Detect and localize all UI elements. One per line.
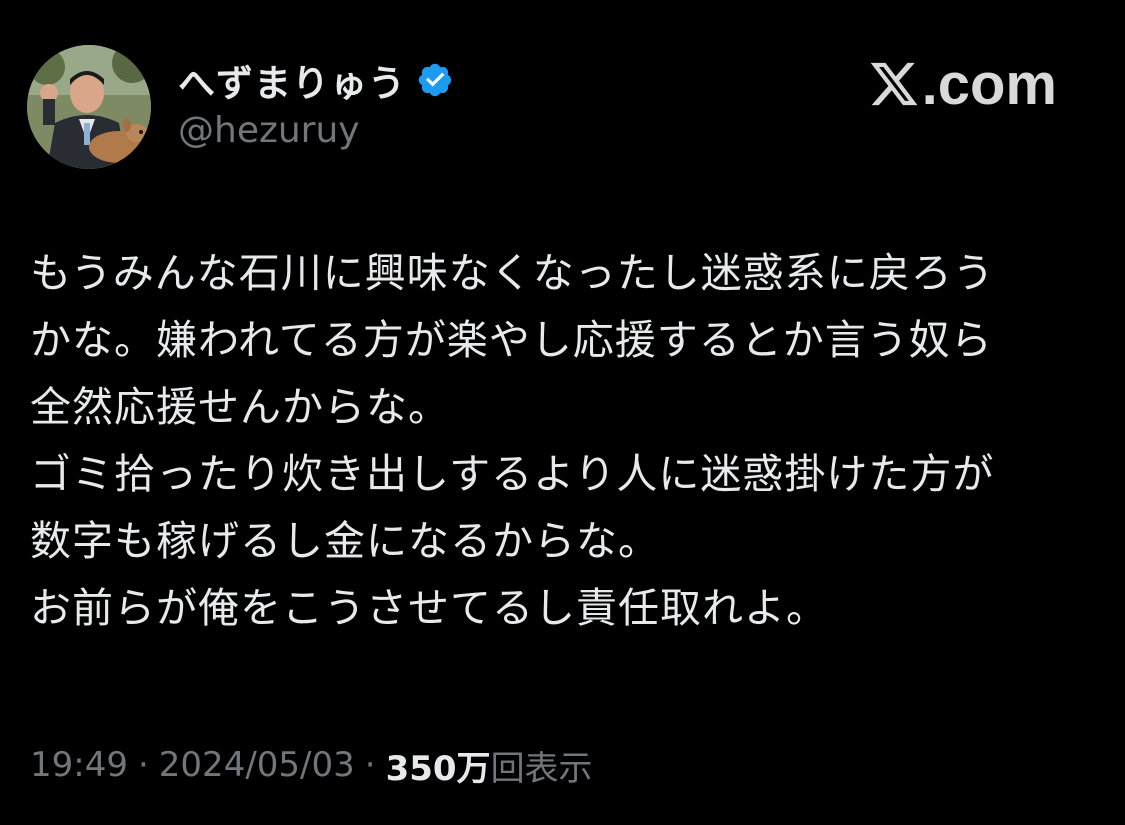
tweet-date[interactable]: 2024/05/03 bbox=[159, 745, 355, 785]
tweet-time[interactable]: 19:49 bbox=[30, 745, 128, 785]
tweet-text-line: ゴミ拾ったり炊き出しするより人に迷惑掛けた方が bbox=[30, 450, 995, 498]
tweet-text: もうみんな石川に興味なくなったし迷惑系に戻ろう かな。嫌われてる方が楽やし応援す… bbox=[30, 240, 1100, 642]
tweet-text-line: お前らが俺をこうさせてるし責任取れよ。 bbox=[30, 584, 828, 632]
views-count[interactable]: 350万 bbox=[386, 741, 491, 790]
tweet-text-line: かな。嫌われてる方が楽やし応援するとか言う奴ら bbox=[30, 316, 993, 364]
avatar-photo bbox=[27, 45, 151, 169]
tweet-text-line: もうみんな石川に興味なくなったし迷惑系に戻ろう bbox=[30, 249, 995, 297]
verified-badge-icon bbox=[416, 61, 454, 99]
tweet-text-line: 全然応援せんからな。 bbox=[30, 383, 450, 431]
x-logo-icon bbox=[870, 62, 918, 106]
tweet-text-line: 数字も稼げるし金になるからな。 bbox=[30, 517, 660, 565]
brand-domain-text: .com bbox=[921, 51, 1057, 117]
tweet-meta: 19:49 · 2024/05/03 · 350万 回表示 bbox=[30, 740, 593, 790]
meta-separator: · bbox=[364, 745, 376, 785]
author-display-name[interactable]: へずまりゅう bbox=[178, 53, 406, 107]
author-name-row[interactable]: へずまりゅう bbox=[178, 55, 454, 105]
brand-watermark: .com bbox=[868, 51, 1057, 117]
author-handle[interactable]: @hezuruy bbox=[178, 110, 360, 151]
meta-separator: · bbox=[137, 745, 149, 785]
avatar[interactable] bbox=[27, 45, 151, 169]
views-label: 回表示 bbox=[490, 748, 593, 789]
